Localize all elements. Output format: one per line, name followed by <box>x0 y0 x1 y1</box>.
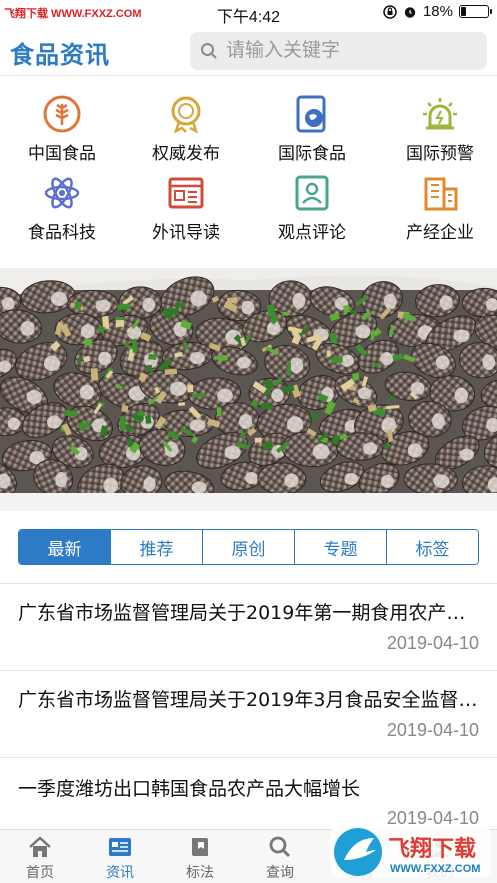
category-intl-warning[interactable]: 国际预警 <box>378 93 497 164</box>
home-icon <box>27 834 53 860</box>
nav-query[interactable]: 查询 <box>240 830 320 883</box>
status-bar: 飞翔下载 WWW.FXXZ.COM 下午4:42 18% <box>0 0 497 26</box>
nav-home[interactable]: 首页 <box>0 830 80 883</box>
category-industry[interactable]: 产经企业 <box>378 172 497 243</box>
news-date: 2019-04-10 <box>386 720 479 740</box>
medal-icon <box>165 93 207 135</box>
category-label: 权威发布 <box>152 144 220 164</box>
watermark-logo-text: 飞翔下载 <box>388 836 476 862</box>
news-date: 2019-04-10 <box>386 633 479 653</box>
building-icon <box>419 172 461 214</box>
category-intl-food[interactable]: 国际食品 <box>250 93 374 164</box>
wheat-icon <box>41 93 83 135</box>
watermark-logo: 飞翔下载 WWW.FXXZ.COM <box>328 820 493 882</box>
atom-icon <box>41 172 83 214</box>
nav-label: 资讯 <box>106 865 134 881</box>
nav-label: 标法 <box>186 865 214 881</box>
category-foreign-news[interactable]: 外讯导读 <box>124 172 248 243</box>
search-icon <box>201 43 217 59</box>
category-label: 观点评论 <box>278 223 346 243</box>
news-icon <box>165 172 207 214</box>
category-china-food[interactable]: 中国食品 <box>0 93 124 164</box>
svg-text:WWW.FXXZ.COM: WWW.FXXZ.COM <box>390 863 480 875</box>
category-opinion[interactable]: 观点评论 <box>250 172 374 243</box>
battery-icon <box>459 5 492 18</box>
alarm-icon <box>419 93 461 135</box>
tab-tags[interactable]: 标签 <box>387 530 478 564</box>
banner-carousel[interactable] <box>0 268 497 493</box>
tab-original[interactable]: 原创 <box>203 530 295 564</box>
nav-standards[interactable]: 标法 <box>160 830 240 883</box>
app-header: 食品资讯 <box>0 26 497 76</box>
category-label: 国际预警 <box>406 144 474 164</box>
category-label: 食品科技 <box>28 223 96 243</box>
category-label: 中国食品 <box>28 144 96 164</box>
search-input[interactable] <box>226 40 466 62</box>
orientation-lock-icon <box>383 4 397 19</box>
news-title: 广东省市场监督管理局关于2019年第一期食用农产品抽检信息的通告 <box>18 602 479 624</box>
tab-recommended[interactable]: 推荐 <box>111 530 203 564</box>
alarm-clock-icon <box>404 6 416 18</box>
news-title: 一季度潍坊出口韩国食品农产品大幅增长 <box>18 778 361 800</box>
tab-latest[interactable]: 最新 <box>19 530 111 564</box>
category-authority-release[interactable]: 权威发布 <box>124 93 248 164</box>
nav-label: 查询 <box>266 865 294 881</box>
news-tab-icon <box>107 834 133 860</box>
globe-doc-icon <box>291 93 333 135</box>
news-item[interactable]: 广东省市场监督管理局关于2019年3月食品安全监督抽检信息的通告 2019-04… <box>0 671 497 757</box>
category-grid: 中国食品 权威发布 国际食品 国际预警 食品科技 外讯导读 观点评论 产经企业 <box>0 80 497 260</box>
category-label: 产经企业 <box>406 223 474 243</box>
tab-topics[interactable]: 专题 <box>295 530 387 564</box>
category-label: 外讯导读 <box>152 223 220 243</box>
news-tabs: 最新 推荐 原创 专题 标签 <box>18 529 479 565</box>
nav-label: 首页 <box>26 865 54 881</box>
banner-snails-photo <box>0 268 497 493</box>
status-right: 18% <box>383 3 492 20</box>
search-icon <box>267 834 293 860</box>
battery-percent: 18% <box>422 3 453 20</box>
news-title: 广东省市场监督管理局关于2019年3月食品安全监督抽检信息的通告 <box>18 689 479 711</box>
person-card-icon <box>291 172 333 214</box>
news-item[interactable]: 广东省市场监督管理局关于2019年第一期食用农产品抽检信息的通告 2019-04… <box>0 584 497 670</box>
app-logo: 食品资讯 <box>10 41 110 69</box>
category-label: 国际食品 <box>278 144 346 164</box>
section-separator <box>0 493 497 511</box>
category-food-tech[interactable]: 食品科技 <box>0 172 124 243</box>
search-bar[interactable] <box>190 32 487 70</box>
book-icon <box>187 834 213 860</box>
nav-news[interactable]: 资讯 <box>80 830 160 883</box>
